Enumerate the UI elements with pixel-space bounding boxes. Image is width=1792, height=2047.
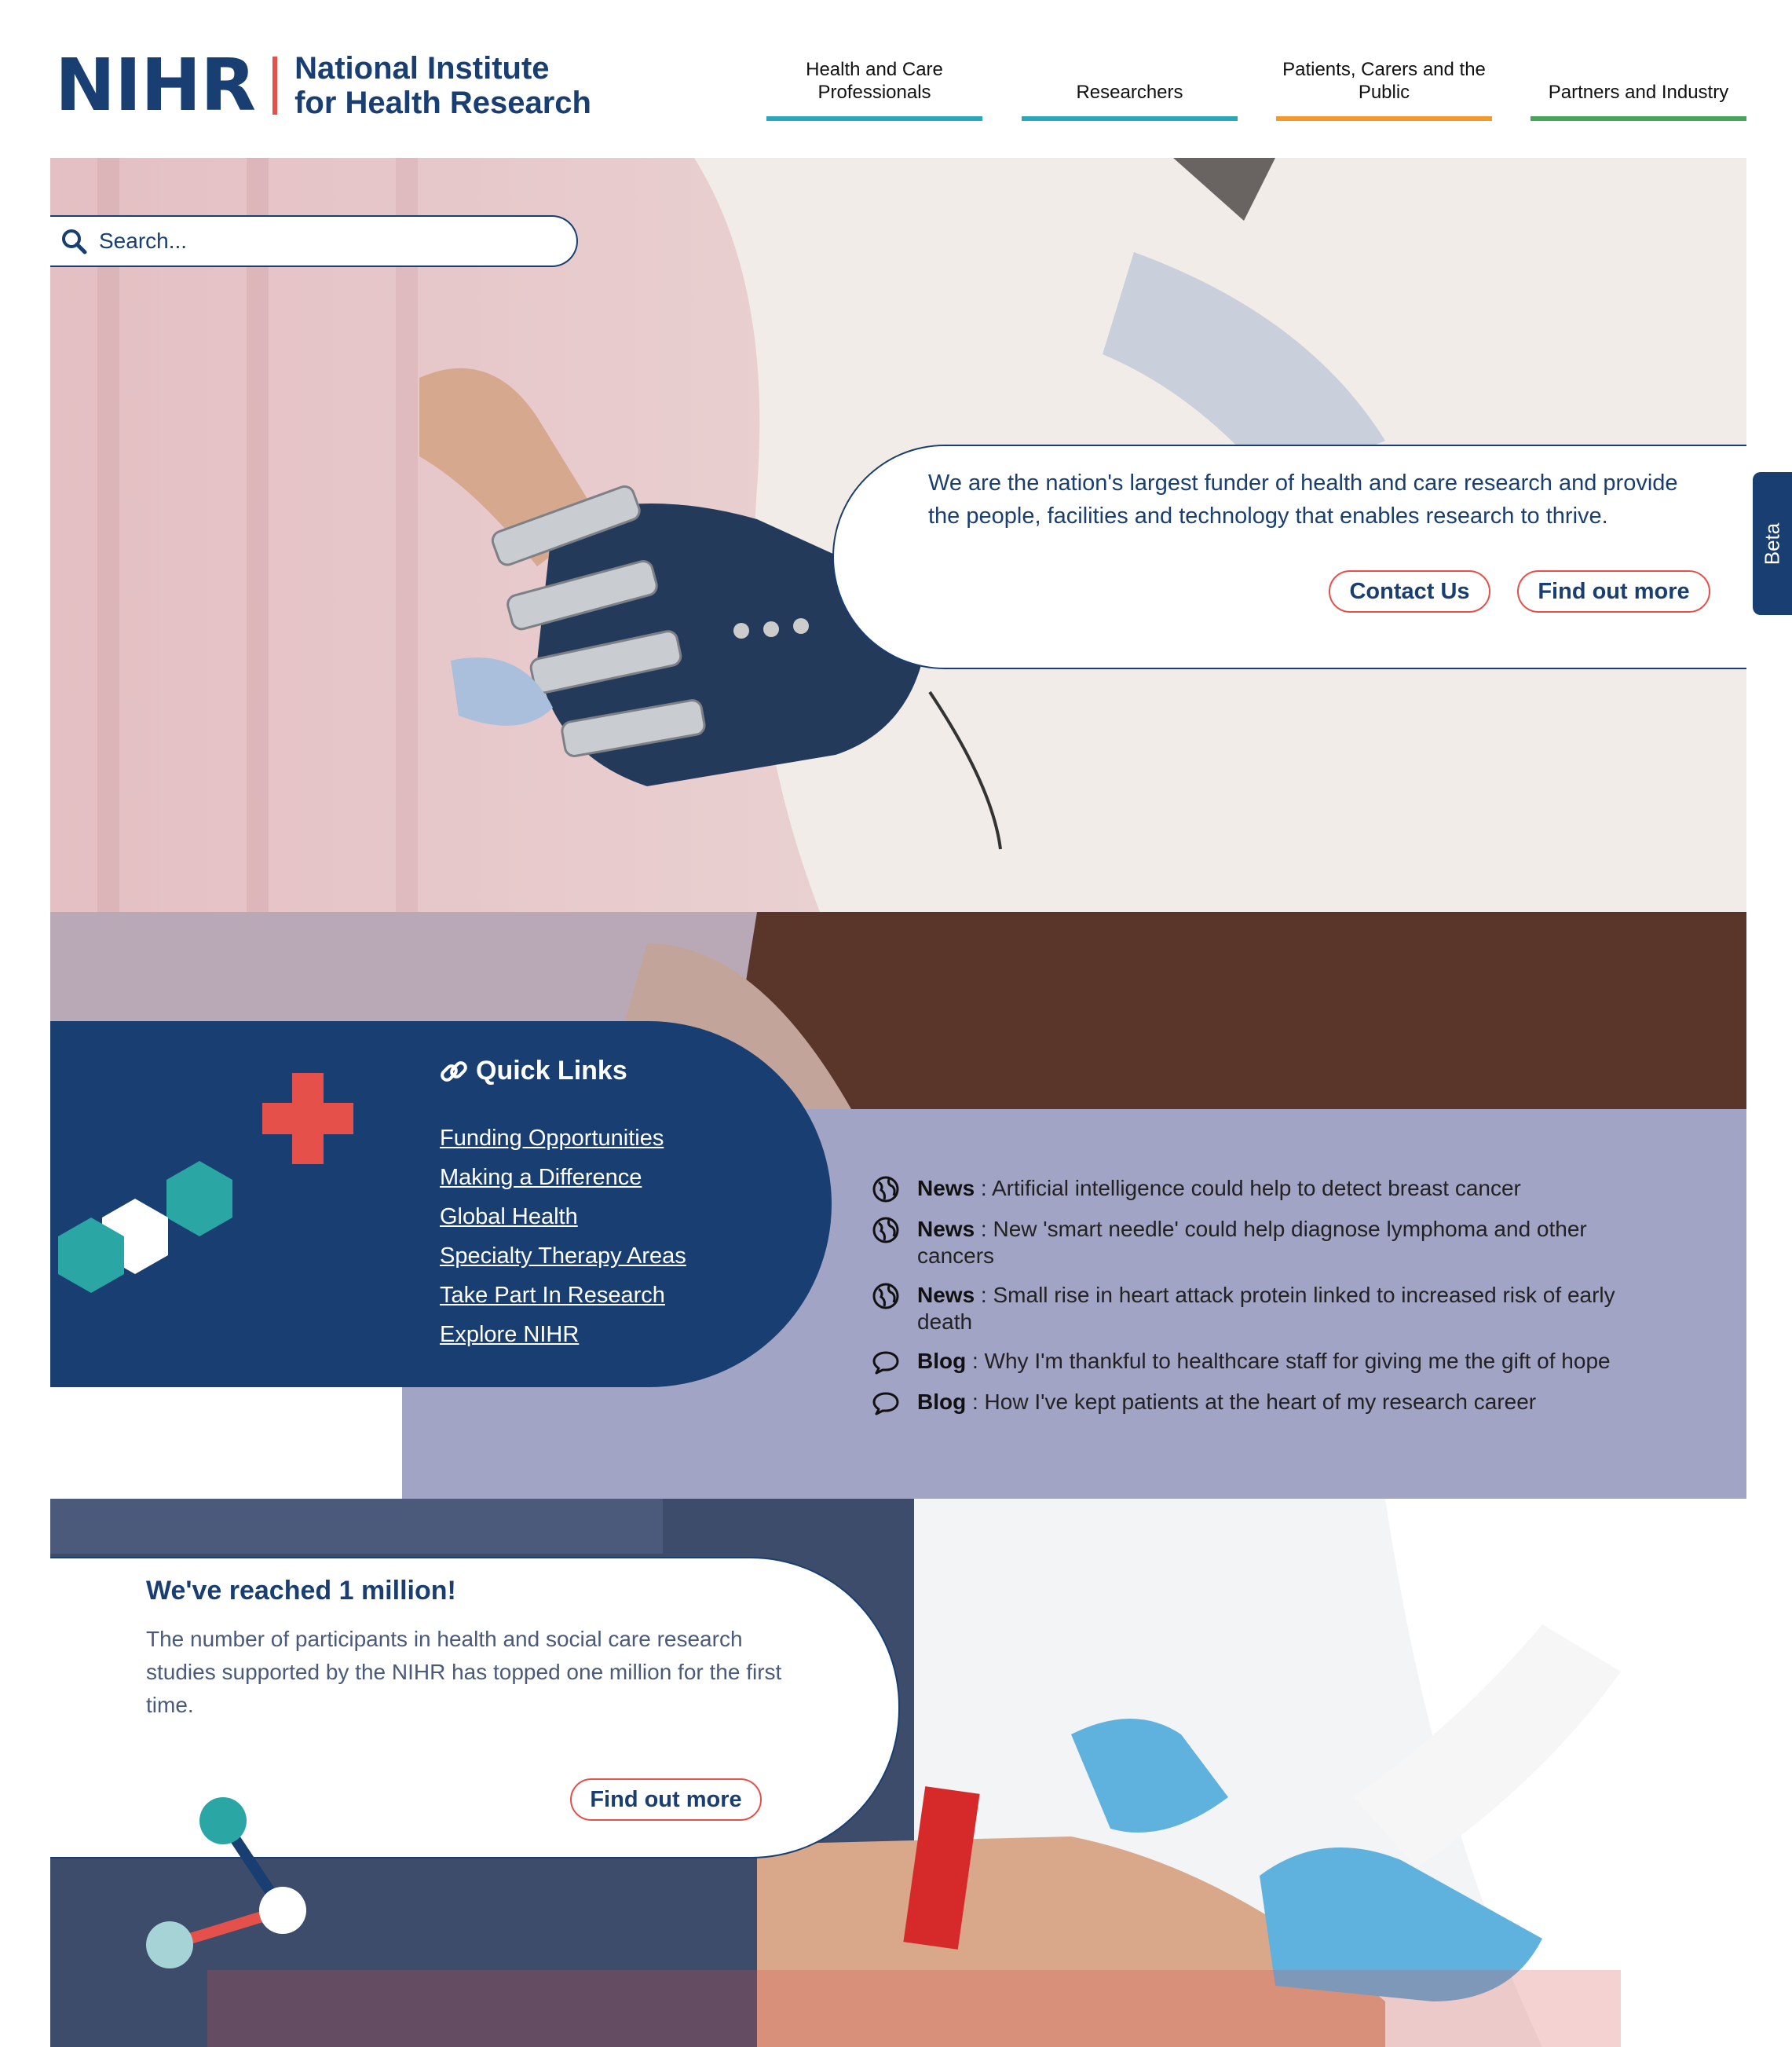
news-type-label: News: [917, 1176, 975, 1200]
news-item[interactable]: News : Small rise in heart attack protei…: [872, 1282, 1657, 1335]
blog-type-label: Blog: [917, 1349, 967, 1373]
blog-headline: : Why I'm thankful to healthcare staff f…: [966, 1349, 1611, 1373]
quick-link-take-part-in-research[interactable]: Take Part In Research: [440, 1276, 686, 1315]
logo-wordmark: National Institute for Health Research: [294, 51, 591, 120]
nav-partners-industry[interactable]: Partners and Industry: [1531, 49, 1746, 121]
quick-links-panel: Quick Links Funding Opportunities Making…: [50, 1021, 832, 1387]
logo-line-2: for Health Research: [294, 86, 591, 120]
quick-link-explore-nihr[interactable]: Explore NIHR: [440, 1315, 686, 1354]
news-headline: : Artificial intelligence could help to …: [975, 1176, 1521, 1200]
search-bar[interactable]: [50, 215, 578, 267]
globe-icon: [872, 1283, 899, 1309]
hexagon-graphic: [58, 1161, 232, 1293]
quick-link-specialty-therapy-areas[interactable]: Specialty Therapy Areas: [440, 1236, 686, 1276]
nihr-logo[interactable]: NIHR National Institute for Health Resea…: [55, 43, 591, 127]
news-item[interactable]: News : Artificial intelligence could hel…: [872, 1175, 1657, 1203]
hero-find-out-more-button[interactable]: Find out more: [1517, 570, 1710, 613]
blog-item[interactable]: Blog : Why I'm thankful to healthcare st…: [872, 1348, 1657, 1376]
quick-links-title: Quick Links: [476, 1056, 627, 1086]
news-type-label: News: [917, 1283, 975, 1307]
quick-links-heading: Quick Links: [440, 1056, 627, 1086]
speech-bubble-icon: [872, 1351, 899, 1375]
nav-health-care-professionals[interactable]: Health and Care Professionals: [766, 49, 982, 121]
search-input[interactable]: [97, 228, 540, 255]
quick-link-making-a-difference[interactable]: Making a Difference: [440, 1158, 686, 1197]
globe-icon: [872, 1217, 899, 1243]
milestone-text: The number of participants in health and…: [146, 1627, 782, 1717]
nav-researchers[interactable]: Researchers: [1022, 49, 1238, 121]
quick-links-list: Funding Opportunities Making a Differenc…: [440, 1119, 686, 1354]
quick-link-funding-opportunities[interactable]: Funding Opportunities: [440, 1119, 686, 1158]
milestone-title: We've reached 1 million!: [146, 1576, 456, 1606]
news-list: News : Artificial intelligence could hel…: [872, 1175, 1657, 1430]
beta-tab-label: Beta: [1760, 522, 1784, 565]
mission-card: We are the nation's largest funder of he…: [832, 445, 1746, 669]
blog-item[interactable]: Blog : How I've kept patients at the hea…: [872, 1389, 1657, 1417]
news-type-label: News: [917, 1217, 975, 1241]
mission-statement: We are the nation's largest funder of he…: [928, 471, 1678, 529]
contact-us-button[interactable]: Contact Us: [1329, 570, 1490, 613]
search-icon: [62, 229, 87, 255]
link-icon: [441, 1060, 467, 1082]
molecule-graphic: [146, 1797, 306, 1968]
news-item[interactable]: News : New 'smart needle' could help dia…: [872, 1216, 1657, 1269]
blog-type-label: Blog: [917, 1390, 967, 1414]
logo-line-1: National Institute: [294, 51, 550, 86]
blog-headline: : How I've kept patients at the heart of…: [966, 1390, 1537, 1414]
speech-bubble-icon: [872, 1392, 899, 1415]
nav-patients-carers-public[interactable]: Patients, Carers and the Public: [1276, 49, 1492, 121]
plus-cross-graphic: [262, 1073, 353, 1164]
news-headline: : Small rise in heart attack protein lin…: [917, 1283, 1615, 1334]
milestone-find-out-more-button[interactable]: Find out more: [570, 1778, 762, 1821]
beta-tab[interactable]: Beta: [1753, 472, 1792, 615]
logo-divider: [272, 57, 278, 115]
globe-icon: [872, 1176, 899, 1203]
logo-mark: NIHR: [55, 43, 256, 127]
news-headline: : New 'smart needle' could help diagnose…: [917, 1217, 1587, 1268]
quick-link-global-health[interactable]: Global Health: [440, 1197, 686, 1236]
